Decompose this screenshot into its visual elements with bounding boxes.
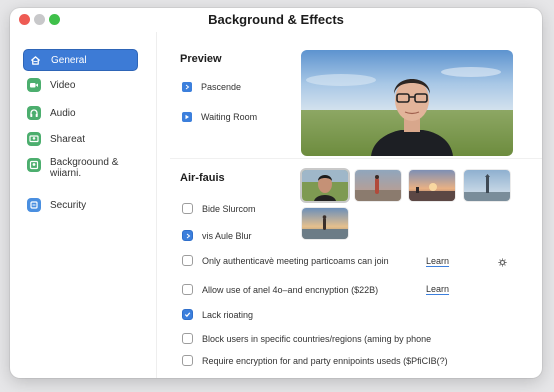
setting-label: Bide Slurcom bbox=[202, 203, 256, 214]
sidebar-item-share-screen[interactable]: Shareat bbox=[23, 128, 138, 150]
setting-row[interactable]: Bide Slurcom bbox=[182, 203, 256, 214]
setting-label: Lack rioating bbox=[202, 309, 254, 320]
window-title: Background & Effects bbox=[208, 12, 344, 27]
home-icon bbox=[28, 53, 42, 67]
sidebar-item-label-line2: wiiarni. bbox=[50, 168, 82, 179]
sidebar-item-video[interactable]: Video bbox=[23, 74, 138, 96]
setting-row[interactable]: Only authenticavè meeting particoams can… bbox=[182, 255, 389, 266]
setting-row[interactable]: Require encryption for and party ennipoi… bbox=[182, 355, 448, 366]
background-thumbnail-portrait[interactable] bbox=[302, 170, 348, 201]
sidebar-item-audio[interactable]: Audio bbox=[23, 102, 138, 124]
share-screen-icon bbox=[27, 132, 41, 146]
sidebar-item-label: Backgroound & bbox=[50, 157, 119, 168]
play-icon bbox=[182, 112, 192, 122]
sidebar-item-label: Security bbox=[50, 199, 87, 211]
sidebar-item-label: Shareat bbox=[50, 133, 86, 145]
preview-option[interactable]: Pascende bbox=[182, 82, 241, 92]
learn-more-link[interactable]: Learn bbox=[426, 284, 449, 294]
setting-row[interactable]: Allow use of anel 4o–and encnyption ($22… bbox=[182, 284, 378, 295]
setting-checkbox[interactable] bbox=[182, 309, 193, 320]
setting-label: Only authenticavè meeting particoams can… bbox=[202, 255, 389, 266]
setting-checkbox[interactable] bbox=[182, 284, 193, 295]
preview-option[interactable]: Waiting Room bbox=[182, 112, 257, 122]
preview-option-label: Pascende bbox=[201, 82, 242, 92]
option-arrow-icon bbox=[182, 82, 192, 92]
settings-gear-icon[interactable] bbox=[498, 258, 507, 267]
video-icon bbox=[27, 78, 41, 92]
section-divider bbox=[170, 158, 542, 159]
setting-label: Require encryption for and party ennipoi… bbox=[202, 355, 448, 366]
sidebar-item-security[interactable]: Security bbox=[23, 194, 138, 216]
sidebar-item-label: General bbox=[51, 54, 87, 66]
shield-icon bbox=[27, 198, 41, 212]
setting-checkbox[interactable] bbox=[182, 230, 193, 241]
backgrounds-section-title: Air-fauis bbox=[180, 172, 225, 184]
setting-row[interactable]: Block users in specific countries/region… bbox=[182, 333, 431, 344]
sidebar-item-label: Video bbox=[50, 79, 76, 91]
setting-label: Allow use of anel 4o–and encnyption ($22… bbox=[202, 284, 379, 295]
settings-window: Background & Effects General Video Audio bbox=[10, 8, 542, 378]
sidebar-item-general[interactable]: General bbox=[23, 49, 138, 71]
background-thumbnail-beach-figure[interactable] bbox=[355, 170, 401, 201]
setting-checkbox[interactable] bbox=[182, 203, 193, 214]
sidebar-item-background[interactable]: Backgroound & wiiarni. bbox=[23, 156, 138, 186]
learn-more-link[interactable]: Learn bbox=[426, 256, 449, 266]
setting-checkbox[interactable] bbox=[182, 255, 193, 266]
setting-row[interactable]: vis Aule Blur bbox=[182, 230, 252, 241]
background-icon bbox=[27, 158, 41, 172]
preview-option-label: Waiting Room bbox=[201, 112, 258, 122]
setting-label: Block users in specific countries/region… bbox=[202, 333, 432, 344]
arrow-icon bbox=[186, 233, 190, 238]
headphones-icon bbox=[27, 106, 41, 120]
setting-label: vis Aule Blur bbox=[202, 230, 252, 241]
sidebar-item-label: Audio bbox=[50, 107, 76, 119]
sidebar-divider bbox=[156, 32, 157, 378]
setting-checkbox[interactable] bbox=[182, 355, 193, 366]
preview-section-title: Preview bbox=[180, 53, 222, 65]
background-thumbnail-lighthouse[interactable] bbox=[464, 170, 510, 201]
check-icon bbox=[184, 312, 191, 318]
video-preview bbox=[301, 50, 513, 156]
background-thumbnail-shore-figure[interactable] bbox=[302, 208, 348, 239]
setting-checkbox[interactable] bbox=[182, 333, 193, 344]
background-thumbnail-sunset[interactable] bbox=[409, 170, 455, 201]
setting-row[interactable]: Lack rioating bbox=[182, 309, 253, 320]
title-bar: Background & Effects bbox=[10, 8, 542, 32]
sidebar: General Video Audio Shareat Backgroound … bbox=[10, 32, 156, 378]
